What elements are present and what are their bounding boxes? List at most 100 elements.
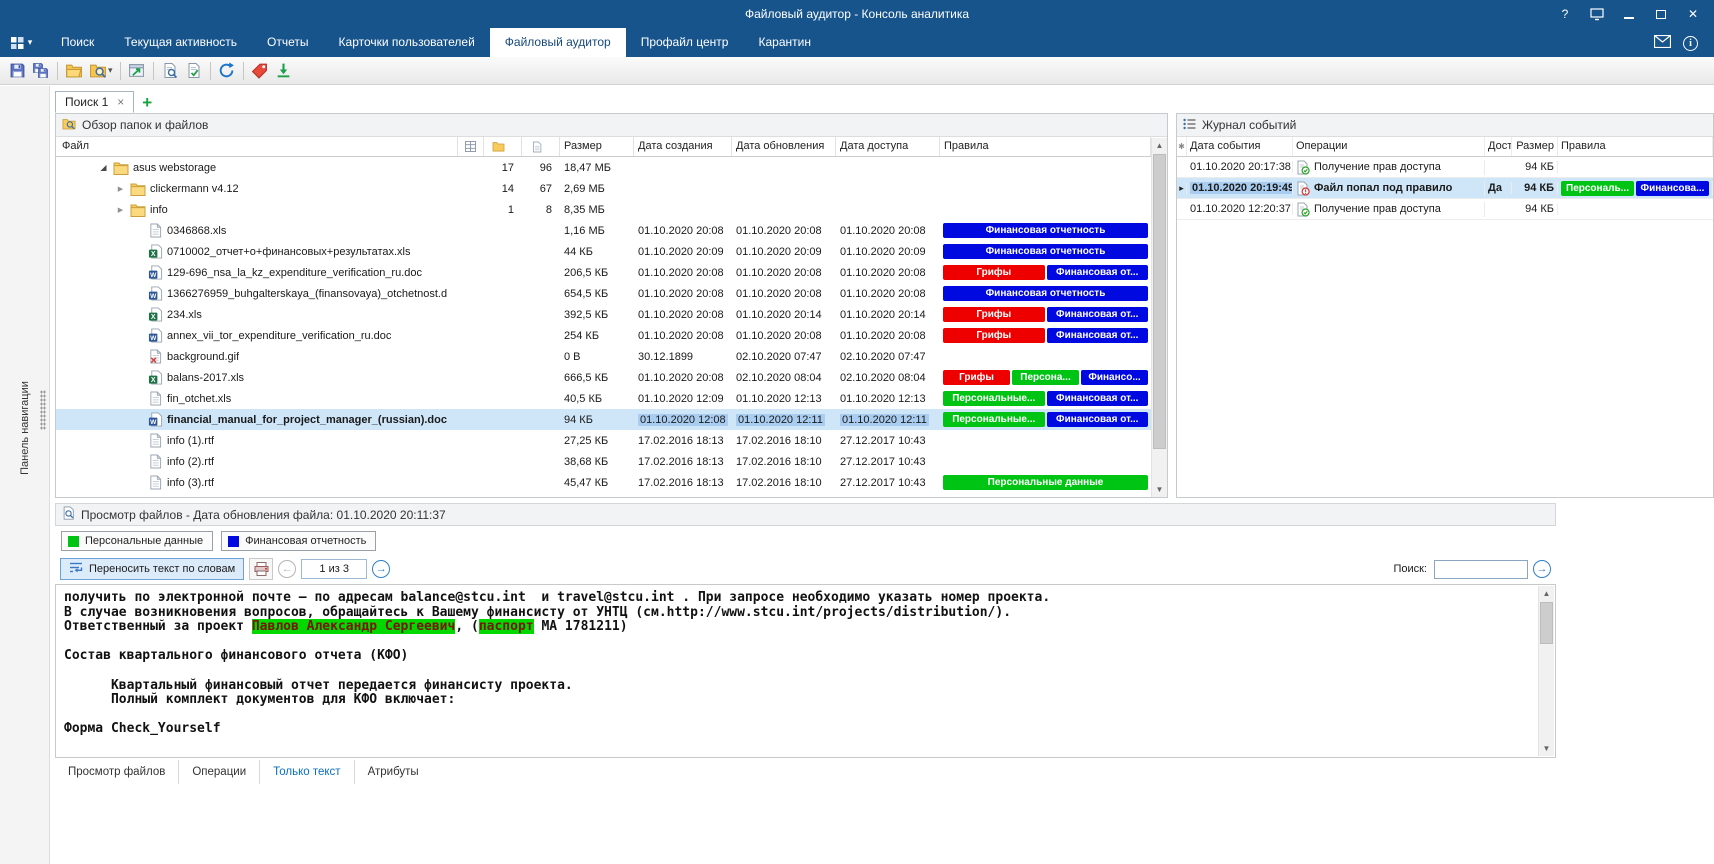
file-row[interactable]: ▶info188,35 МБ [56, 199, 1151, 220]
screen-mode-button[interactable] [1582, 3, 1612, 25]
menu-tab-search[interactable]: Поиск [46, 28, 109, 57]
column-header-rules[interactable]: Правила [940, 137, 1151, 156]
column-header-marker-icon[interactable]: ✱ [1177, 137, 1187, 156]
window-export-button[interactable] [125, 59, 149, 83]
file-row[interactable]: 0346868.xls1,16 МБ01.10.2020 20:0801.10.… [56, 220, 1151, 241]
file-row[interactable]: X0710002_отчет+о+финансовых+результатах.… [56, 241, 1151, 262]
file-row[interactable]: info (3).rtf45,47 КБ17.02.2016 18:1317.0… [56, 472, 1151, 493]
save-button[interactable] [5, 59, 29, 83]
column-header-event-size[interactable]: Размер [1512, 137, 1558, 156]
svg-text:W: W [150, 335, 157, 342]
caret-down-icon[interactable]: ▾ [108, 65, 113, 76]
event-row[interactable]: 01.10.2020 12:20:37Получение прав доступ… [1177, 199, 1713, 220]
column-header-access[interactable]: Дост [1485, 137, 1512, 156]
menu-tab-reports[interactable]: Отчеты [252, 28, 323, 57]
splitter-grip-icon[interactable] [40, 390, 46, 430]
file-row[interactable]: ▶clickermann v4.1214672,69 МБ [56, 178, 1151, 199]
menu-tab-profile-center[interactable]: Профайл центр [626, 28, 744, 57]
file-name-cell: X0710002_отчет+о+финансовых+результатах.… [56, 244, 458, 260]
file-row[interactable]: info (2).rtf38,68 КБ17.02.2016 18:1317.0… [56, 451, 1151, 472]
tab-search-1[interactable]: Поиск 1 × [55, 91, 134, 113]
app-menu-button[interactable]: ▾ [0, 28, 42, 57]
column-header-folders-icon[interactable] [484, 137, 522, 156]
preview-tab-attributes[interactable]: Атрибуты [355, 760, 432, 784]
column-header-event-rules[interactable]: Правила [1558, 137, 1713, 156]
file-row[interactable]: X234.xls392,5 КБ01.10.2020 20:0801.10.20… [56, 304, 1151, 325]
event-date-cell: 01.10.2020 12:20:37 [1187, 203, 1293, 215]
expand-arrow-icon[interactable]: ◢ [98, 163, 109, 172]
event-row[interactable]: 01.10.2020 20:17:38Получение прав доступ… [1177, 157, 1713, 178]
file-row[interactable]: fin_otchet.xls40,5 КБ01.10.2020 12:0901.… [56, 388, 1151, 409]
refresh-button[interactable] [215, 59, 239, 83]
event-row[interactable]: ▸01.10.2020 20:19:49Файл попал под прави… [1177, 178, 1713, 199]
close-button[interactable]: ✕ [1678, 3, 1708, 25]
rule-badge: Персональ... [1561, 181, 1634, 196]
scroll-up-icon[interactable]: ▲ [1152, 138, 1167, 153]
prev-page-button[interactable]: ← [278, 560, 296, 578]
menu-tab-user-cards[interactable]: Карточки пользователей [324, 28, 490, 57]
file-search-button[interactable] [158, 59, 182, 83]
text-content-area[interactable]: получить по электронной почте – по адрес… [55, 584, 1556, 758]
tag-chip[interactable]: Персональные данные [61, 531, 213, 551]
file-name-cell: ◢asus webstorage [56, 160, 458, 176]
file-row[interactable]: background.gif0 В30.12.189902.10.2020 07… [56, 346, 1151, 367]
menu-tab-strip: ПоискТекущая активностьОтчетыКарточки по… [46, 28, 826, 57]
file-row[interactable]: Wannex_vii_tor_expenditure_verification_… [56, 325, 1151, 346]
created-cell: 01.10.2020 20:08 [634, 225, 732, 237]
expand-arrow-icon[interactable]: ▶ [115, 185, 126, 193]
file-row[interactable]: info (1).rtf27,25 КБ17.02.2016 18:1317.0… [56, 430, 1151, 451]
menu-tab-quarantine[interactable]: Карантин [743, 28, 825, 57]
menu-tab-file-auditor[interactable]: Файловый аудитор [490, 28, 626, 57]
tag-chip[interactable]: Финансовая отчетность [221, 531, 376, 551]
scroll-thumb[interactable] [1540, 602, 1553, 644]
tag-button[interactable] [248, 59, 272, 83]
minimize-button[interactable] [1614, 3, 1644, 25]
file-check-button[interactable] [182, 59, 206, 83]
preview-toolbar: Переносить текст по словам ← 1 из 3 → По… [55, 556, 1556, 582]
grant-operation-icon [1296, 202, 1310, 217]
search-input[interactable] [1434, 560, 1528, 579]
column-header-updated[interactable]: Дата обновления [732, 137, 836, 156]
scroll-down-icon[interactable]: ▼ [1152, 482, 1167, 497]
scroll-thumb[interactable] [1153, 154, 1166, 449]
file-name-cell: info (2).rtf [56, 454, 458, 470]
preview-tab-text-only[interactable]: Только текст [260, 760, 354, 784]
close-tab-icon[interactable]: × [117, 95, 124, 109]
scroll-up-icon[interactable]: ▲ [1539, 586, 1554, 601]
download-button[interactable] [272, 59, 296, 83]
column-header-marks-icon[interactable] [458, 137, 484, 156]
open-folder-button[interactable] [62, 59, 86, 83]
maximize-button[interactable] [1646, 3, 1676, 25]
next-page-button[interactable]: → [372, 560, 390, 578]
column-header-size[interactable]: Размер [560, 137, 634, 156]
file-row[interactable]: ◢asus webstorage179618,47 МБ [56, 157, 1151, 178]
file-row[interactable]: W1366276959_buhgalterskaya_(finansovaya)… [56, 283, 1151, 304]
expand-arrow-icon[interactable]: ▶ [115, 206, 126, 214]
text-scrollbar[interactable]: ▲ ▼ [1538, 586, 1554, 756]
file-row[interactable]: Xbalans-2017.xls666,5 КБ01.10.2020 20:08… [56, 367, 1151, 388]
wrap-text-button[interactable]: Переносить текст по словам [60, 558, 244, 580]
column-header-files-icon[interactable] [522, 137, 560, 156]
preview-tab-preview[interactable]: Просмотр файлов [55, 760, 179, 784]
column-header-file[interactable]: Файл [56, 137, 458, 156]
print-button[interactable] [249, 558, 273, 580]
save-all-button[interactable] [29, 59, 53, 83]
file-row[interactable]: Wfinancial_manual_for_project_manager_(r… [56, 409, 1151, 430]
column-header-created[interactable]: Дата создания [634, 137, 732, 156]
column-header-operation[interactable]: Операции [1293, 137, 1485, 156]
search-go-button[interactable]: → [1533, 560, 1551, 578]
info-icon[interactable]: i [1683, 35, 1698, 51]
file-table-scrollbar[interactable]: ▲ ▼ [1151, 138, 1167, 497]
file-row[interactable]: W129-696_nsa_la_kz_expenditure_verificat… [56, 262, 1151, 283]
add-tab-button[interactable]: + [142, 93, 152, 113]
folder-search-button[interactable] [86, 59, 110, 83]
message-icon[interactable] [1654, 35, 1671, 51]
column-header-event-date[interactable]: Дата события [1187, 137, 1293, 156]
scroll-down-icon[interactable]: ▼ [1539, 741, 1554, 756]
rule-badge: Финансовая от... [1047, 265, 1149, 280]
help-button[interactable]: ? [1550, 3, 1580, 25]
preview-tab-operations[interactable]: Операции [179, 760, 260, 784]
navigation-panel[interactable]: Панель навигации [0, 86, 50, 864]
column-header-accessed[interactable]: Дата доступа [836, 137, 940, 156]
menu-tab-current-activity[interactable]: Текущая активность [109, 28, 252, 57]
